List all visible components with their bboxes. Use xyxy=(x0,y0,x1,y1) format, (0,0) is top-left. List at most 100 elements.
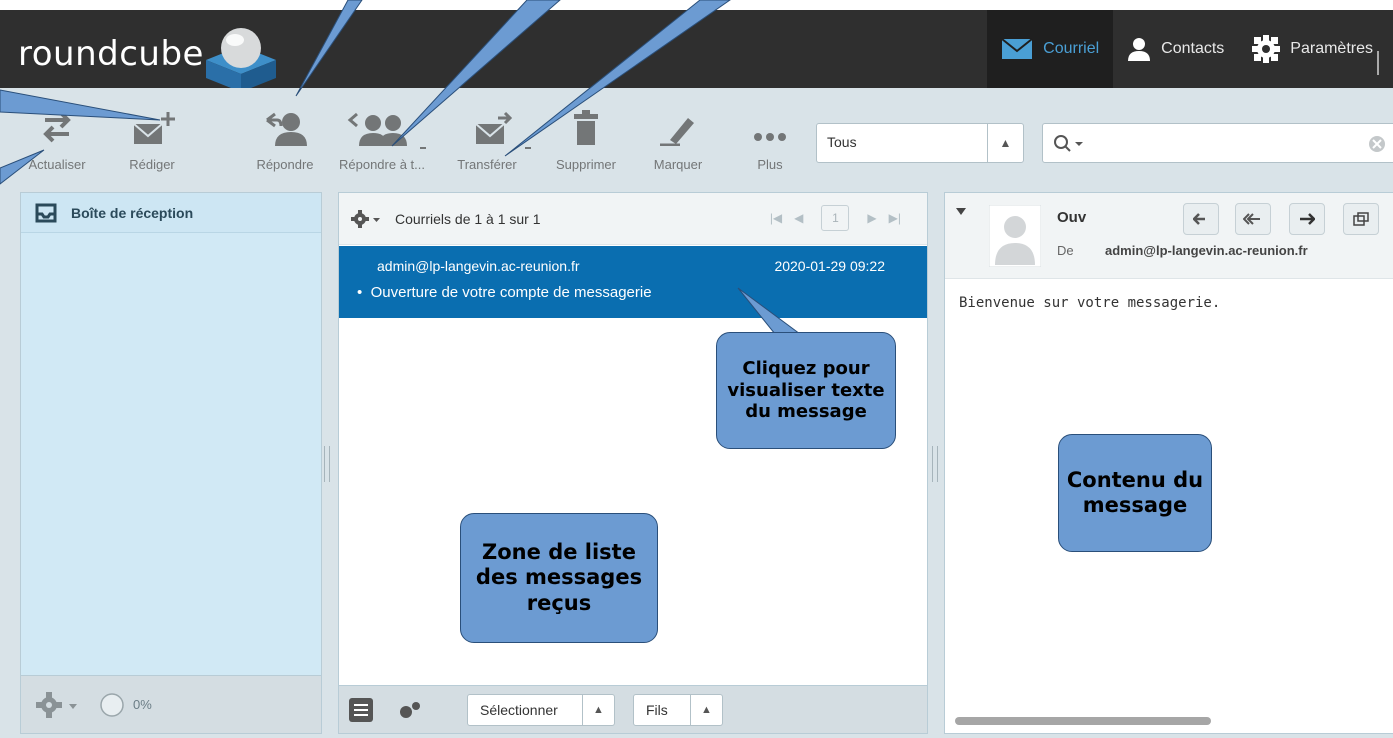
more-button[interactable]: Plus xyxy=(740,88,800,186)
nav-contacts-label: Contacts xyxy=(1161,40,1225,57)
quota-text: 0% xyxy=(133,697,152,712)
refresh-label: Actualiser xyxy=(28,157,86,172)
nav-mail-label: Courriel xyxy=(1043,40,1100,57)
mark-pen-icon xyxy=(660,118,694,146)
clear-search-icon[interactable] xyxy=(1368,135,1386,153)
folder-settings-gear-icon[interactable] xyxy=(35,690,83,720)
threads-view-icon[interactable] xyxy=(399,700,423,720)
more-icon xyxy=(754,133,786,141)
folder-panel: Boîte de réception 0% xyxy=(20,192,322,734)
message-list-panel: Courriels de 1 à 1 sur 1 |◀ ◀ 1 ▶ ▶| adm… xyxy=(338,192,928,734)
mail-icon xyxy=(1001,38,1033,59)
list-view-icon[interactable] xyxy=(349,698,373,722)
select-arrows-icon: ▲ xyxy=(582,695,614,725)
list-count-text: Courriels de 1 à 1 sur 1 xyxy=(395,210,541,227)
nav-contacts[interactable]: Contacts xyxy=(1113,10,1238,88)
filter-select[interactable]: Tous ▲ xyxy=(816,123,1024,163)
folder-footer: 0% xyxy=(21,675,321,733)
reply-all-label: Répondre à t... xyxy=(339,157,425,172)
message-from: admin@lp-langevin.ac-reunion.fr xyxy=(377,258,580,274)
roundcube-logo-icon xyxy=(206,28,276,92)
gear-icon xyxy=(1252,35,1281,63)
preview-forward-button[interactable] xyxy=(1289,203,1325,235)
reply-all-button[interactable]: Répondre à t... xyxy=(333,88,431,186)
next-page-icon[interactable]: ▶ xyxy=(867,211,876,225)
splitter-right[interactable] xyxy=(932,446,938,482)
collapse-header-icon[interactable] xyxy=(955,207,967,217)
compose-button[interactable]: Rédiger xyxy=(122,88,182,186)
pagination: |◀ ◀ 1 ▶ ▶| xyxy=(764,205,907,231)
first-page-icon[interactable]: |◀ xyxy=(770,211,782,225)
select-arrows-icon: ▲ xyxy=(987,124,1023,162)
message-subject: Ouverture de votre compte de messagerie xyxy=(370,284,652,301)
last-page-icon[interactable]: ▶| xyxy=(889,211,901,225)
forward-button[interactable]: Transférer xyxy=(452,88,522,186)
folder-inbox[interactable]: Boîte de réception xyxy=(21,193,321,233)
reply-all-icon xyxy=(347,112,407,146)
select-dropdown[interactable]: Sélectionner ▲ xyxy=(467,694,615,726)
logo-text: roundcube xyxy=(18,34,204,74)
nav-separator xyxy=(1377,50,1379,75)
app-header: roundcube Courriel Contacts Paramètres xyxy=(0,10,1393,92)
forward-dropdown-icon[interactable] xyxy=(523,144,533,152)
list-options-gear-icon[interactable] xyxy=(351,209,383,229)
list-header: Courriels de 1 à 1 sur 1 |◀ ◀ 1 ▶ ▶| xyxy=(339,193,927,245)
top-navigation: Courriel Contacts Paramètres xyxy=(987,10,1393,88)
preview-reply-button[interactable] xyxy=(1183,203,1219,235)
delete-label: Supprimer xyxy=(556,157,616,172)
page-number[interactable]: 1 xyxy=(821,205,850,231)
reply-icon xyxy=(1193,213,1205,225)
delete-button[interactable]: Supprimer xyxy=(546,88,626,186)
threads-label: Fils xyxy=(646,702,668,718)
forward-label: Transférer xyxy=(457,157,517,172)
folder-inbox-label: Boîte de réception xyxy=(71,204,194,221)
horizontal-scrollbar[interactable] xyxy=(955,717,1211,725)
preview-reply-all-button[interactable] xyxy=(1235,203,1271,235)
trash-icon xyxy=(574,110,598,145)
preview-subject: Ouv xyxy=(1057,209,1087,226)
preview-header: Ouv De admin@lp-langevin.ac-reunion.fr xyxy=(945,193,1393,279)
splitter-left[interactable] xyxy=(324,446,330,482)
message-row[interactable]: admin@lp-langevin.ac-reunion.fr 2020-01-… xyxy=(339,246,927,318)
more-label: Plus xyxy=(757,157,783,172)
list-footer: Sélectionner ▲ Fils ▲ xyxy=(339,685,927,733)
compose-icon xyxy=(133,112,175,144)
quota-circle-icon xyxy=(100,692,124,717)
forward-icon xyxy=(1300,213,1315,225)
nav-settings-label: Paramètres xyxy=(1290,40,1373,57)
search-input[interactable] xyxy=(1042,123,1393,163)
nav-settings[interactable]: Paramètres xyxy=(1238,10,1393,88)
new-window-icon xyxy=(1353,212,1369,226)
reply-all-icon xyxy=(1243,213,1260,225)
filter-value: Tous xyxy=(827,134,857,150)
person-icon xyxy=(1128,38,1151,61)
compose-label: Rédiger xyxy=(129,157,175,172)
preview-from[interactable]: admin@lp-langevin.ac-reunion.fr xyxy=(1105,243,1308,258)
forward-icon xyxy=(475,111,512,144)
reply-all-dropdown-icon[interactable] xyxy=(418,144,428,152)
mark-label: Marquer xyxy=(653,157,703,172)
callout-list-zone: Zone de liste des messages reçus xyxy=(460,513,658,643)
message-subject-line: • Ouverture de votre compte de messageri… xyxy=(357,284,652,301)
message-date: 2020-01-29 09:22 xyxy=(774,258,885,274)
preview-from-label: De xyxy=(1057,243,1074,258)
reply-button[interactable]: Répondre xyxy=(250,88,320,186)
reply-icon xyxy=(266,112,307,146)
nav-mail[interactable]: Courriel xyxy=(987,10,1114,88)
refresh-icon xyxy=(43,111,71,143)
callout-content-zone: Contenu du message xyxy=(1058,434,1212,552)
search-icon[interactable] xyxy=(1053,134,1087,154)
mark-button[interactable]: Marquer xyxy=(645,88,711,186)
preview-open-window-button[interactable] xyxy=(1343,203,1379,235)
prev-page-icon[interactable]: ◀ xyxy=(794,211,803,225)
refresh-button[interactable]: Actualiser xyxy=(22,88,92,186)
callout-click-hint: Cliquez pour visualiser texte du message xyxy=(716,332,896,449)
inbox-icon xyxy=(35,203,57,222)
unread-bullet-icon: • xyxy=(357,284,371,301)
select-label: Sélectionner xyxy=(480,702,558,718)
avatar-icon xyxy=(989,205,1041,267)
threads-dropdown[interactable]: Fils ▲ xyxy=(633,694,723,726)
preview-body: Bienvenue sur votre messagerie. xyxy=(959,295,1221,311)
reply-label: Répondre xyxy=(256,157,314,172)
select-arrows-icon: ▲ xyxy=(690,695,722,725)
